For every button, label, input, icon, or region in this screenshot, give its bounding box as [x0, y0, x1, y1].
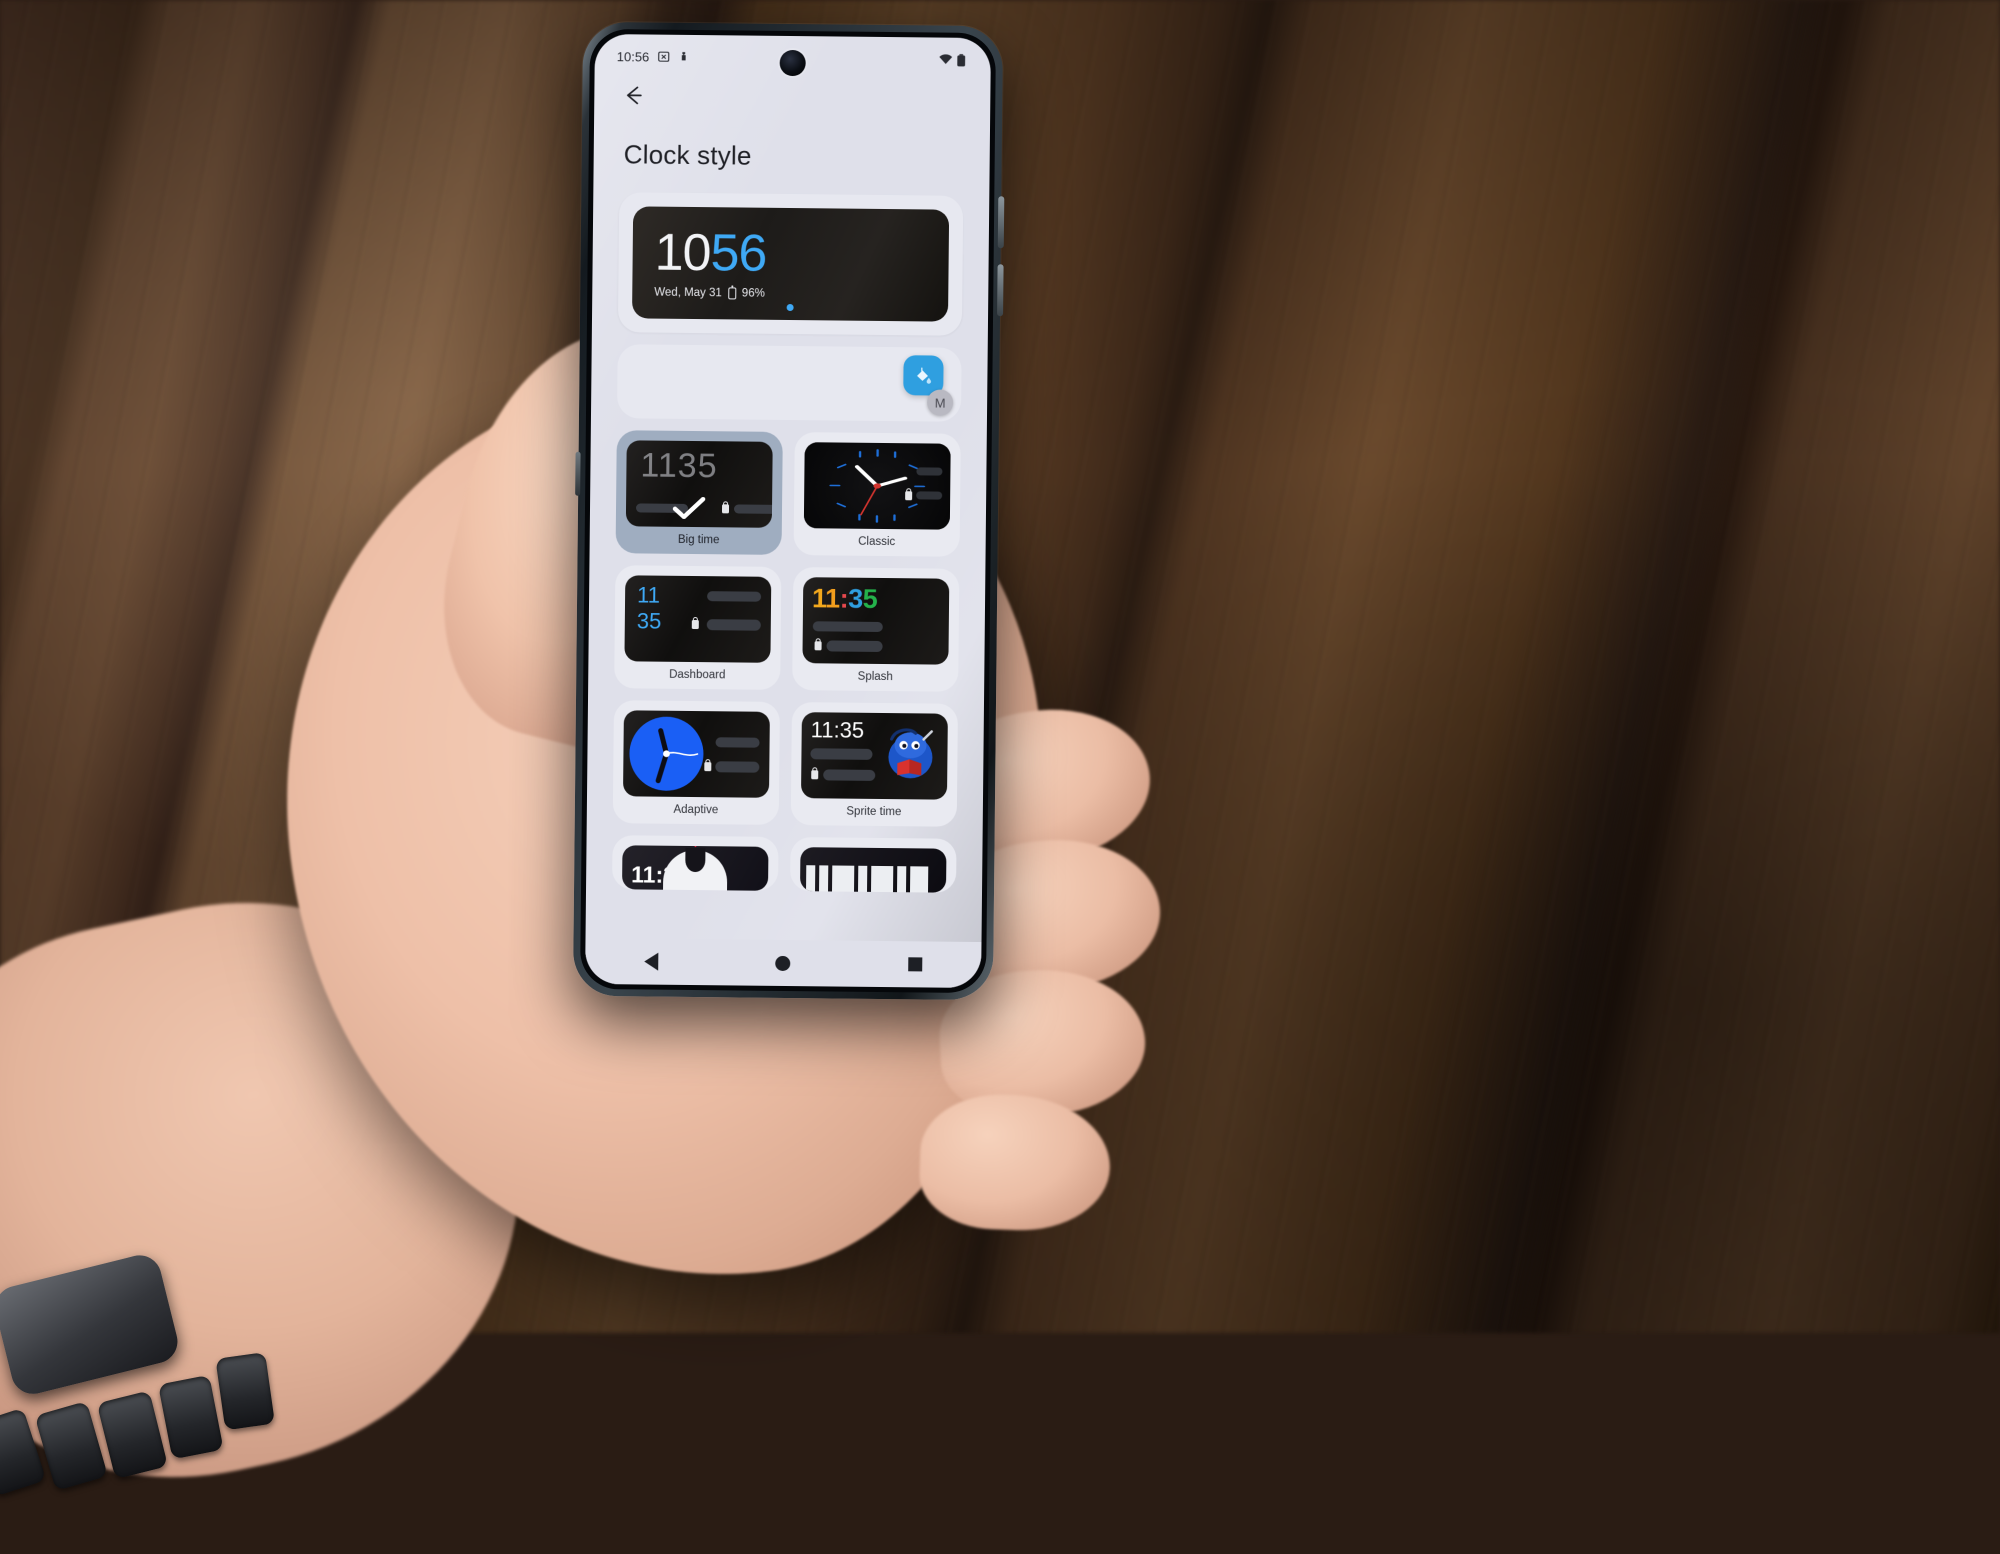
dashboard-hours: 11: [637, 583, 660, 606]
tile-label: Big time: [678, 534, 720, 546]
page-indicator-dot: [787, 304, 794, 311]
bat-preview: 11:35: [622, 845, 768, 891]
wifi-icon: [939, 54, 951, 66]
blocky-preview: [800, 847, 946, 893]
clock-style-tile-bat[interactable]: 11:35: [612, 835, 779, 891]
sprite-digits: 11:35: [811, 717, 865, 744]
adaptive-clock-icon: [629, 716, 704, 791]
lock-icon: [722, 504, 729, 513]
big-time-preview: 1135: [626, 440, 773, 528]
tile-label: Adaptive: [673, 804, 718, 816]
volume-up-button[interactable]: [998, 196, 1005, 248]
tile-label: Splash: [858, 671, 893, 683]
clock-style-grid: 1135 Big time: [612, 430, 961, 893]
screenshot-icon: [657, 51, 669, 63]
dashboard-minutes: 35: [637, 609, 662, 632]
battery-icon: [957, 54, 969, 66]
clock-style-scroll-area[interactable]: 1056 Wed, May 31 96%: [586, 170, 990, 893]
analog-clock-icon: [804, 442, 951, 530]
back-button[interactable]: [620, 95, 646, 112]
tile-label: Dashboard: [669, 669, 725, 682]
clock-style-tile-classic[interactable]: Classic: [794, 432, 961, 557]
clock-preview-face: 1056 Wed, May 31 96%: [632, 206, 949, 321]
nav-home-button[interactable]: [776, 955, 791, 970]
lock-icon: [811, 770, 818, 779]
tile-label: Sprite time: [846, 806, 901, 819]
preview-meta-row: Wed, May 31 96%: [654, 287, 948, 302]
adaptive-preview: [623, 710, 770, 798]
clock-style-tile-dashboard[interactable]: 11 35 Dashboard: [614, 565, 781, 690]
moto-logo-icon[interactable]: M: [927, 389, 953, 415]
nav-recents-button[interactable]: [908, 957, 922, 971]
sprite-time-preview: 11:35: [801, 712, 948, 800]
check-icon: [672, 497, 706, 519]
clock-style-tile-sprite-time[interactable]: 11:35: [791, 702, 958, 827]
nav-back-button[interactable]: [644, 953, 658, 971]
wallpaper-row[interactable]: M: [617, 344, 962, 422]
lock-icon: [692, 620, 699, 629]
smartphone: 10:56: [573, 22, 1003, 1000]
lock-icon: [704, 762, 711, 771]
splash-digits: 11:35: [812, 583, 877, 615]
battery-icon: [728, 287, 736, 299]
clock-style-tile-big-time[interactable]: 1135 Big time: [616, 430, 783, 555]
big-time-digits: 1135: [640, 446, 718, 486]
preview-minutes: 56: [710, 224, 766, 283]
clock-preview-card[interactable]: 1056 Wed, May 31 96%: [618, 192, 963, 336]
status-bar-clock: 10:56: [617, 49, 650, 64]
clock-style-tile-adaptive[interactable]: Adaptive: [613, 700, 780, 825]
lock-icon: [905, 491, 912, 500]
bird-sprite-icon: [879, 723, 942, 786]
side-button[interactable]: [575, 452, 580, 496]
preview-time: 1056: [654, 227, 949, 282]
front-camera: [780, 50, 806, 76]
clock-style-tile-blocky[interactable]: [790, 837, 957, 893]
bat-silhouette-icon: [663, 850, 727, 891]
phone-screen: 10:56: [585, 34, 991, 988]
moto-badge-glyph: M: [935, 395, 946, 410]
navigation-bar: [585, 938, 981, 988]
vpn-key-icon: [677, 51, 689, 63]
preview-date: Wed, May 31: [654, 287, 722, 300]
page-title: Clock style: [594, 113, 991, 174]
blocky-digits: [806, 865, 928, 892]
lock-icon: [815, 641, 822, 650]
splash-preview: 11:35: [802, 577, 949, 665]
tile-label: Classic: [858, 536, 895, 548]
app-content: Clock style 1056 Wed, May 31 96%: [586, 68, 991, 942]
preview-battery: 96%: [742, 288, 765, 300]
volume-down-button[interactable]: [997, 264, 1004, 316]
preview-hours: 10: [654, 224, 710, 283]
clock-style-tile-splash[interactable]: 11:35 Splash: [792, 567, 959, 692]
paint-bucket-icon: [913, 365, 933, 385]
classic-preview: [804, 442, 951, 530]
dashboard-preview: 11 35: [624, 575, 771, 663]
